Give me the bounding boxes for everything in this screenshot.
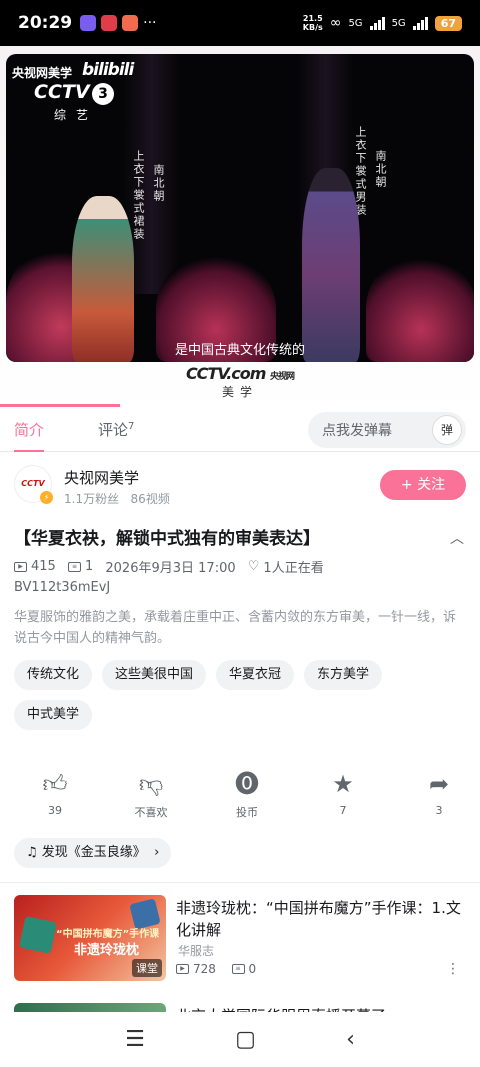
danmaku-count-icon: ≡ [231,964,245,974]
channel-logo-text: 央视网美学 [12,66,73,80]
channel-name: 综艺 [54,108,99,122]
more-options-icon[interactable]: ⋮ [446,961,460,977]
video-player[interactable]: 央视网美学 bilibili CCTV 3 综艺 南北朝 上衣下裳式裙装 南北朝… [6,54,474,362]
cctv-channel-number: 3 [92,83,114,105]
like-button[interactable]: 👍︎ 39 [14,770,96,820]
video-watermark: CCTV.com 央视网 美学 [185,364,295,399]
caption-era: 南北朝 [152,164,165,203]
coin-button[interactable]: ⓿ 投币 [206,770,288,820]
video-progress-bar[interactable] [0,404,120,407]
cctv-logo: CCTV [34,81,90,103]
battery-icon: 67 [434,15,462,31]
verified-badge-icon: ⚡ [40,491,53,504]
tag-chip[interactable]: 东方美学 [304,660,383,690]
favorite-button[interactable]: ★ 7 [302,770,384,820]
tag-chip[interactable]: 中式美学 [14,700,93,730]
recommended-uploader: 华服志 [178,944,215,958]
tag-chip[interactable]: 传统文化 [14,660,93,690]
coin-icon: ⓿ [235,770,259,798]
net-speed: 21.5 KB/s [302,14,323,32]
status-time: 20:29 [18,13,73,33]
caption-garment: 上衣下裳式裙装 [132,150,145,241]
share-icon: ➦ [428,770,450,798]
danmaku-count-icon: ≡ [67,561,81,572]
thumbs-down-icon: 👎︎ [138,770,164,798]
dancer-figure [72,196,134,362]
notification-app-icon [122,15,139,31]
music-note-icon: ♫ [26,845,38,860]
caption-era: 南北朝 [374,150,387,189]
play-count-icon: ▶ [176,964,189,974]
publish-date: 2026年9月3日 17:00 [105,561,236,576]
network-label-2: 5G [391,17,406,29]
watching-icon: ♡ [247,559,260,574]
play-count-icon: ▶ [14,561,27,572]
notification-app-icon [80,15,97,31]
video-subtitle: 是中国古典文化传统的 [174,343,305,358]
status-bar: 20:29 ··· 21.5 KB/s ∞ 5G 5G 67 [0,0,480,46]
danmu-input[interactable]: 点我发弹幕 弹 [308,411,466,448]
more-notifications-icon: ··· [143,15,157,31]
avatar[interactable]: CCTV ⚡ [14,465,53,504]
course-badge: 课堂 [132,959,162,977]
danmu-placeholder: 点我发弹幕 [322,422,392,439]
dislike-button[interactable]: 👎︎ 不喜欢 [110,770,192,820]
danmu-toggle-icon[interactable]: 弹 [432,414,462,445]
uploader-name[interactable]: 央视网美学 [64,467,139,488]
signal-icon [412,16,428,30]
home-icon[interactable]: ▢ [235,1027,256,1052]
bilibili-logo: bilibili [82,60,134,80]
chevron-right-icon: › [149,845,160,860]
hotspot-icon: ∞ [329,15,342,31]
thumbs-up-icon: 👍︎ [42,770,68,798]
network-label-1: 5G [348,17,363,29]
notification-app-icon [101,15,118,31]
signal-icon [369,16,385,30]
back-icon[interactable]: ‹ [346,1027,355,1052]
tab-intro[interactable]: 简介 [14,419,45,452]
video-thumbnail: “中国拼布魔方”手作课 非遗玲珑枕 课堂 [14,895,166,981]
uploader-row: CCTV ⚡ 央视网美学 1.1万粉丝 86视频 + 关注 [14,465,466,509]
share-button[interactable]: ➦ 3 [398,770,480,820]
video-area: 央视网美学 bilibili CCTV 3 综艺 南北朝 上衣下裳式裙装 南北朝… [0,46,480,408]
video-stats: ▶ 415 ≡ 1 2026年9月3日 17:00 ♡ 1人正在看 [14,557,324,576]
video-description: 华夏服饰的雅韵之美，承载着庄重中正、含蓄内敛的东方审美，一针一线，诉说古今中国人… [14,610,457,646]
recommended-title: 非遗玲珑枕：“中国拼布魔方”手作课：1.文化讲解 [176,899,461,939]
dancer-figure [302,168,360,362]
tag-chip[interactable]: 这些美很中国 [102,660,207,690]
thumbnail-cube [19,916,57,954]
collapse-chevron-icon[interactable]: ︿ [450,528,464,548]
tab-comments[interactable]: 评论7 [98,419,134,440]
action-bar: 👍︎ 39 👎︎ 不喜欢 ⓿ 投币 ★ 7 ➦ 3 [0,770,480,820]
bvid: BV112t36mEvJ [14,580,111,595]
tag-list: 传统文化 这些美很中国 华夏衣冠 东方美学 中式美学 [14,660,466,730]
video-title: 【华夏衣袂，解锁中式独有的审美表达】 [14,529,320,549]
detail-tabs: 简介 评论7 点我发弹幕 弹 [0,408,480,452]
divider [0,882,480,883]
tag-chip[interactable]: 华夏衣冠 [216,660,295,690]
system-nav-bar: ☰ ▢ ‹ [0,1012,480,1067]
recommended-stats: ▶ 728 ≡ 0 [176,962,256,976]
star-icon: ★ [332,770,354,798]
recommended-video[interactable]: “中国拼布魔方”手作课 非遗玲珑枕 课堂 非遗玲珑枕：“中国拼布魔方”手作课：1… [14,895,466,981]
music-chip[interactable]: ♫ 发现《金玉良缘》 › [14,838,172,868]
uploader-stats: 1.1万粉丝 86视频 [64,492,170,506]
menu-icon[interactable]: ☰ [125,1027,145,1052]
follow-button[interactable]: + 关注 [380,470,466,500]
